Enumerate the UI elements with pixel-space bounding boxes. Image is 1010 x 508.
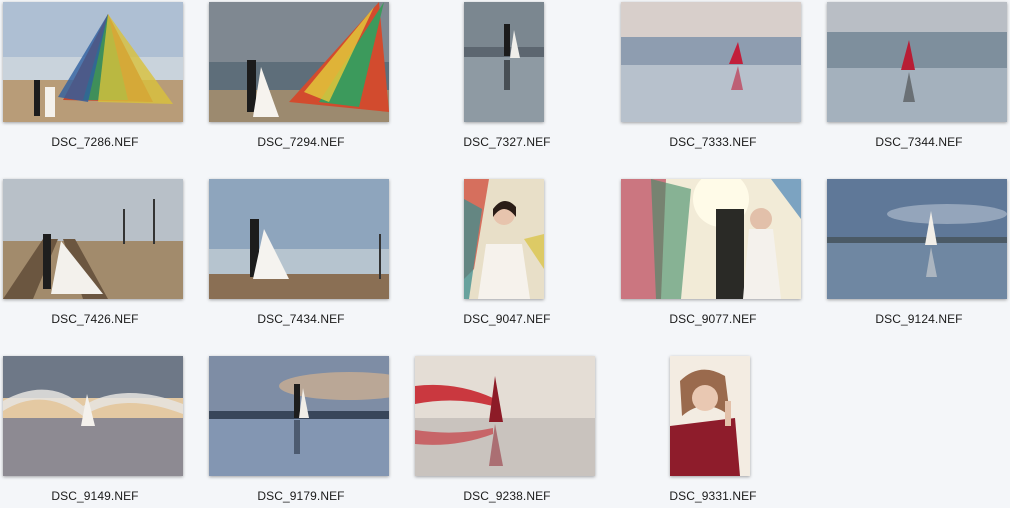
photo-thumbnail[interactable] bbox=[464, 2, 544, 122]
file-item[interactable]: DSC_7344.NEF bbox=[824, 0, 1010, 160]
photo-thumbnail[interactable] bbox=[209, 356, 389, 476]
file-name: DSC_7344.NEF bbox=[875, 135, 963, 149]
file-item[interactable]: DSC_9149.NEF bbox=[0, 354, 190, 508]
file-name: DSC_9077.NEF bbox=[669, 312, 757, 326]
file-name: DSC_7286.NEF bbox=[51, 135, 139, 149]
file-item[interactable]: DSC_7333.NEF bbox=[618, 0, 808, 160]
file-name: DSC_9149.NEF bbox=[51, 489, 139, 503]
file-item[interactable]: DSC_7426.NEF bbox=[0, 177, 190, 337]
file-item[interactable]: DSC_7327.NEF bbox=[412, 0, 602, 160]
photo-thumbnail[interactable] bbox=[415, 356, 595, 476]
photo-thumbnail[interactable] bbox=[827, 2, 1007, 122]
file-item[interactable]: DSC_7294.NEF bbox=[206, 0, 396, 160]
photo-thumbnail[interactable] bbox=[3, 356, 183, 476]
file-grid: DSC_7286.NEF DSC_7294.NEF DSC_7327.NEF D… bbox=[0, 0, 1010, 508]
photo-thumbnail[interactable] bbox=[621, 2, 801, 122]
file-name: DSC_7426.NEF bbox=[51, 312, 139, 326]
file-item[interactable]: DSC_7434.NEF bbox=[206, 177, 396, 337]
file-item[interactable]: DSC_7286.NEF bbox=[0, 0, 190, 160]
file-name: DSC_9124.NEF bbox=[875, 312, 963, 326]
file-item[interactable]: DSC_9331.NEF bbox=[618, 354, 808, 508]
file-name: DSC_9238.NEF bbox=[463, 489, 551, 503]
file-item[interactable]: DSC_9047.NEF bbox=[412, 177, 602, 337]
photo-thumbnail[interactable] bbox=[3, 2, 183, 122]
file-name: DSC_7294.NEF bbox=[257, 135, 345, 149]
file-item[interactable]: DSC_9124.NEF bbox=[824, 177, 1010, 337]
file-name: DSC_7333.NEF bbox=[669, 135, 757, 149]
photo-thumbnail[interactable] bbox=[621, 179, 801, 299]
file-item[interactable]: DSC_9077.NEF bbox=[618, 177, 808, 337]
file-name: DSC_7434.NEF bbox=[257, 312, 345, 326]
photo-thumbnail[interactable] bbox=[464, 179, 544, 299]
file-item[interactable]: DSC_9238.NEF bbox=[412, 354, 602, 508]
file-name: DSC_9047.NEF bbox=[463, 312, 551, 326]
photo-thumbnail[interactable] bbox=[3, 179, 183, 299]
photo-thumbnail[interactable] bbox=[827, 179, 1007, 299]
file-name: DSC_7327.NEF bbox=[463, 135, 551, 149]
file-name: DSC_9179.NEF bbox=[257, 489, 345, 503]
photo-thumbnail[interactable] bbox=[209, 179, 389, 299]
file-name: DSC_9331.NEF bbox=[669, 489, 757, 503]
photo-thumbnail[interactable] bbox=[209, 2, 389, 122]
file-item[interactable]: DSC_9179.NEF bbox=[206, 354, 396, 508]
photo-thumbnail[interactable] bbox=[670, 356, 750, 476]
